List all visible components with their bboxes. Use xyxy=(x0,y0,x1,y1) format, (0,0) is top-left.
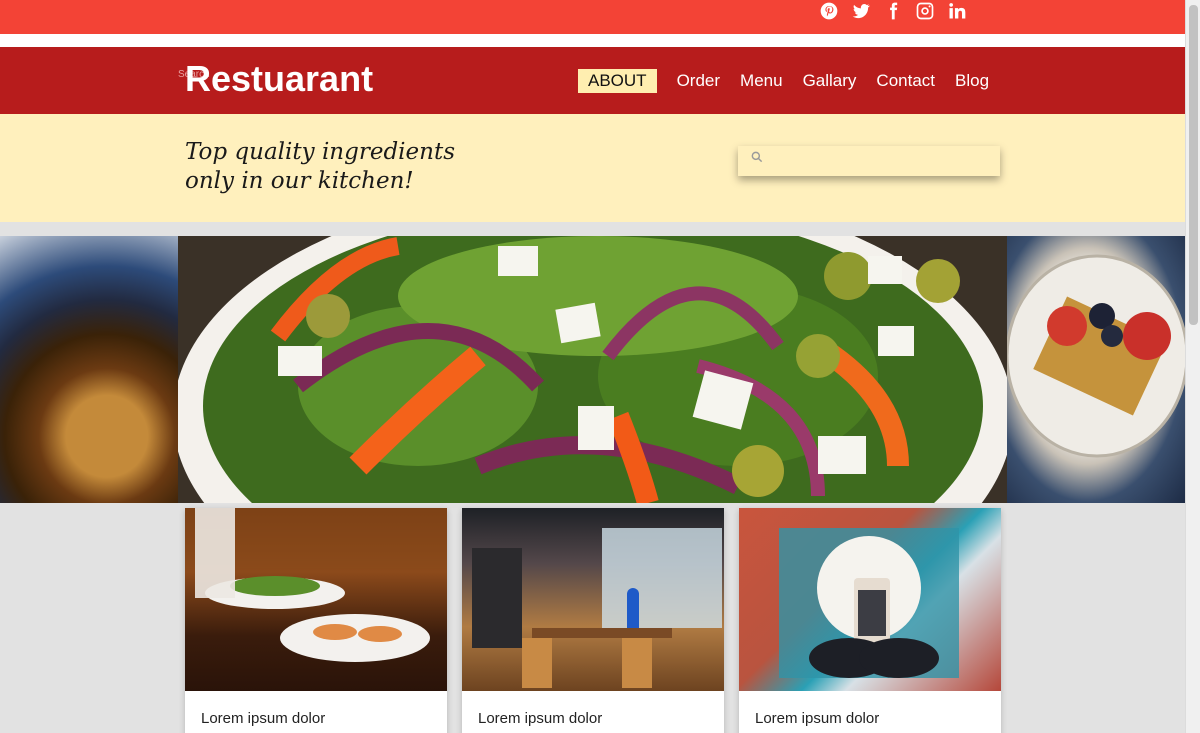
card-caption: Lorem ipsum dolor xyxy=(478,710,603,727)
search-input[interactable] xyxy=(770,146,995,176)
nav-contact[interactable]: Contact xyxy=(876,70,935,92)
main-nav: ABOUT Order Menu Gallary Contact Blog xyxy=(578,69,1009,93)
white-divider xyxy=(0,34,1185,47)
nav-gallary[interactable]: Gallary xyxy=(803,70,857,92)
nav-blog[interactable]: Blog xyxy=(955,70,989,92)
instagram-icon[interactable] xyxy=(914,0,936,22)
top-bar xyxy=(0,0,1185,34)
pinterest-icon[interactable] xyxy=(818,0,840,22)
facebook-icon[interactable] xyxy=(882,0,904,22)
card-image xyxy=(185,508,447,691)
nav-menu[interactable]: Menu xyxy=(740,70,783,92)
dessert-image xyxy=(1007,254,1185,458)
card-image xyxy=(739,508,1001,691)
salad-image xyxy=(178,236,1007,503)
site-header: Search Restuarant ABOUT Order Menu Galla… xyxy=(0,47,1185,114)
social-links xyxy=(818,0,968,22)
search-icon xyxy=(751,151,763,163)
tagline-band: Top quality ingredients only in our kitc… xyxy=(0,114,1185,222)
linkedin-icon[interactable] xyxy=(946,0,968,22)
card-item[interactable]: Lorem ipsum dolor xyxy=(185,508,447,733)
card-item[interactable]: Lorem ipsum dolor xyxy=(739,508,1001,733)
carousel-prev-image[interactable] xyxy=(0,236,178,503)
twitter-icon[interactable] xyxy=(850,0,872,22)
card-caption: Lorem ipsum dolor xyxy=(755,710,880,727)
card-image xyxy=(462,508,724,691)
search-box[interactable] xyxy=(738,146,1000,176)
card-item[interactable]: Lorem ipsum dolor xyxy=(462,508,724,733)
nav-order[interactable]: Order xyxy=(677,70,720,92)
tagline-text: Top quality ingredients only in our kitc… xyxy=(185,139,455,194)
carousel-main-image xyxy=(178,236,1007,503)
card-grid: Lorem ipsum dolor Lorem ipsum dolor Lore… xyxy=(185,508,1001,733)
hero-carousel[interactable] xyxy=(0,236,1185,503)
brand-logo-text[interactable]: Restuarant xyxy=(185,59,373,99)
scrollbar-thumb[interactable] xyxy=(1189,5,1198,325)
page-scrollbar[interactable] xyxy=(1185,0,1200,733)
card-caption: Lorem ipsum dolor xyxy=(201,710,326,727)
nav-about[interactable]: ABOUT xyxy=(578,69,657,93)
carousel-next-image[interactable] xyxy=(1007,236,1185,503)
